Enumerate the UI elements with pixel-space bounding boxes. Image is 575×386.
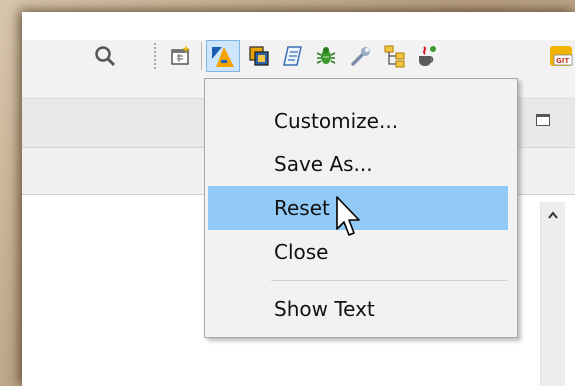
minimize-view-icon[interactable] <box>536 114 550 126</box>
wrench-icon[interactable] <box>348 43 374 69</box>
search-icon[interactable] <box>92 43 118 69</box>
title-bar <box>22 12 575 40</box>
toolbar-separator <box>201 42 202 70</box>
restore-icon[interactable] <box>246 43 272 69</box>
menu-item-save-as[interactable]: Save As... <box>208 142 508 186</box>
git-badge-text: GIT <box>556 57 569 65</box>
debug-icon[interactable] <box>313 43 339 69</box>
menu-item-label: Close <box>274 240 329 264</box>
menu-separator <box>271 280 507 281</box>
vertical-scrollbar[interactable] <box>540 202 565 386</box>
menu-item-customize[interactable]: Customize... <box>208 99 508 143</box>
menu-item-label: Customize... <box>274 109 399 133</box>
java-icon[interactable] <box>414 43 440 69</box>
scroll-up-icon[interactable] <box>541 202 565 228</box>
mouse-cursor-icon <box>334 195 364 243</box>
script-icon[interactable] <box>280 43 306 69</box>
menu-item-label: Show Text <box>274 297 375 321</box>
toolbar-grip <box>154 42 156 70</box>
new-window-icon[interactable] <box>168 43 194 69</box>
perspective-icon[interactable] <box>210 43 236 69</box>
menu-item-label: Reset <box>274 196 330 220</box>
menu-item-label: Save As... <box>274 152 373 176</box>
menu-item-show-text[interactable]: Show Text <box>208 287 508 331</box>
hierarchy-icon[interactable] <box>382 43 408 69</box>
git-icon[interactable]: GIT <box>548 43 575 69</box>
